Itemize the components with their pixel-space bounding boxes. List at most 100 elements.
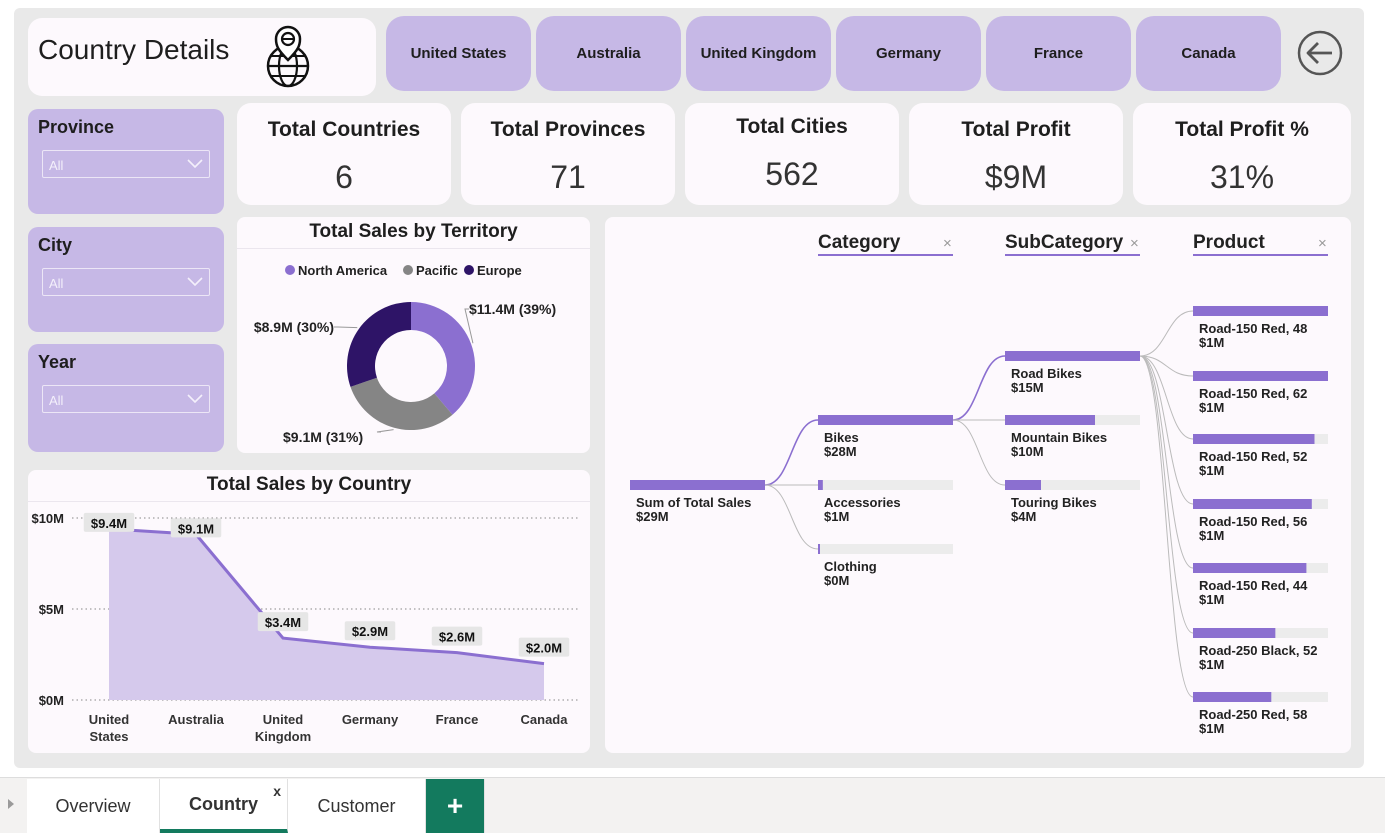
tree-link <box>1139 355 1194 505</box>
tab-country-label: Country <box>189 793 258 814</box>
year-dropdown[interactable]: All <box>42 385 210 413</box>
tree-subcategory-label: Mountain Bikes <box>1011 430 1107 445</box>
tree-category-label: Clothing <box>824 559 877 574</box>
tree-product-value: $1M <box>1199 721 1224 736</box>
city-slicer-title: City <box>38 235 73 255</box>
country-area-card: Total Sales by Country $10M $5M $0M $9.4M $… <box>28 470 590 753</box>
legend-marker <box>285 265 295 275</box>
tree-subcategory-bar[interactable] <box>1005 480 1041 490</box>
leader-line <box>376 429 394 433</box>
kpi-total-profit-percent: Total Profit % 31% <box>1133 103 1351 205</box>
kpi-value: 562 <box>765 156 819 192</box>
close-tab-icon[interactable]: x <box>273 783 281 799</box>
remove-level-icon[interactable]: × <box>1318 235 1327 252</box>
x-tick-label: States <box>89 729 128 744</box>
tree-category-bar[interactable] <box>818 480 823 490</box>
tree-product-label: Road-150 Red, 52 <box>1199 449 1307 464</box>
scroll-left-icon[interactable] <box>7 798 15 810</box>
chevron-down-icon <box>187 394 203 404</box>
tree-link <box>764 484 819 550</box>
tree-subcategory-value: $15M <box>1011 380 1044 395</box>
province-dropdown[interactable]: All <box>42 150 210 178</box>
donut-slice-north-america[interactable] <box>411 302 475 415</box>
tree-subcategory-bar[interactable] <box>1005 415 1095 425</box>
tree-link <box>764 419 819 486</box>
x-tick-label: Canada <box>521 712 569 727</box>
x-tick-label: Australia <box>168 712 224 727</box>
tree-product-bar[interactable] <box>1193 371 1328 381</box>
kpi-total-profit: Total Profit $9M <box>909 103 1123 205</box>
kpi-label: Total Countries <box>267 118 421 141</box>
country-button-united-kingdom[interactable]: United Kingdom <box>686 16 831 91</box>
country-button-france[interactable]: France <box>986 16 1131 91</box>
level-header-subcategory: SubCategory <box>1005 232 1124 253</box>
city-dropdown[interactable]: All <box>42 268 210 296</box>
donut-slice-pacific[interactable] <box>350 377 453 431</box>
province-dropdown-value: All <box>49 158 64 173</box>
tree-root-bar[interactable] <box>630 480 765 490</box>
kpi-label: Total Provinces <box>490 118 646 141</box>
level-header-product: Product <box>1193 232 1265 253</box>
legend-marker <box>464 265 474 275</box>
page-tab-bar: Overview Country x Customer + <box>0 777 1385 833</box>
year-slicer-title: Year <box>38 352 77 372</box>
decomposition-tree: Category × SubCategory × Product × Sum of Tot… <box>630 232 1328 736</box>
header-card: Country Details <box>28 18 376 96</box>
tree-product-bar[interactable] <box>1193 499 1312 509</box>
tree-product-bar[interactable] <box>1193 628 1276 638</box>
tree-product-bar[interactable] <box>1193 434 1315 444</box>
tree-category-track <box>818 480 953 490</box>
tree-category-track <box>818 544 953 554</box>
tree-product-label: Road-150 Red, 56 <box>1199 514 1307 529</box>
tree-product-label: Road-150 Red, 44 <box>1199 578 1308 593</box>
tree-category-label: Accessories <box>824 495 901 510</box>
kpi-total-countries: Total Countries 6 <box>237 103 451 205</box>
tab-overview[interactable]: Overview <box>27 779 160 833</box>
page-title: Country Details <box>38 34 230 65</box>
level-header-category: Category <box>818 232 901 253</box>
remove-level-icon[interactable]: × <box>1130 235 1139 252</box>
add-page-button[interactable]: + <box>426 779 485 833</box>
x-tick-label: United <box>263 712 304 727</box>
tree-product-bar[interactable] <box>1193 563 1307 573</box>
tree-subcategory-bar[interactable] <box>1005 351 1140 361</box>
tree-product-value: $1M <box>1199 657 1224 672</box>
tree-category-value: $1M <box>824 509 849 524</box>
kpi-value: $9M <box>984 159 1048 195</box>
tab-country[interactable]: Country x <box>160 779 288 833</box>
donut-data-label: $11.4M (39%) <box>469 301 556 317</box>
country-button-germany[interactable]: Germany <box>836 16 981 91</box>
tree-product-bar[interactable] <box>1193 692 1272 702</box>
kpi-value: 31% <box>1209 159 1275 195</box>
country-button-united-states[interactable]: United States <box>386 16 531 91</box>
country-button-canada[interactable]: Canada <box>1136 16 1281 91</box>
globe-location-icon <box>266 25 310 88</box>
tree-link <box>952 419 1006 486</box>
tree-category-bar[interactable] <box>818 415 953 425</box>
back-arrow-icon[interactable] <box>1296 29 1344 77</box>
province-slicer-title: Province <box>38 117 115 137</box>
donut-data-label: $8.9M (30%) <box>254 319 334 335</box>
chevron-down-icon <box>187 277 203 287</box>
city-dropdown-value: All <box>49 276 64 291</box>
remove-level-icon[interactable]: × <box>943 235 952 252</box>
tree-product-label: Road-250 Black, 52 <box>1199 643 1318 658</box>
tree-subcategory-value: $4M <box>1011 509 1036 524</box>
province-slicer: Province All <box>28 109 224 214</box>
donut-slice-europe[interactable] <box>347 302 411 387</box>
x-tick-label: United <box>89 712 130 727</box>
tab-customer[interactable]: Customer <box>288 779 426 833</box>
y-tick-label: $0M <box>39 693 64 708</box>
country-button-australia[interactable]: Australia <box>536 16 681 91</box>
legend-label: North America <box>298 263 388 278</box>
city-slicer: City All <box>28 227 224 332</box>
x-tick-label: Germany <box>342 712 399 727</box>
tree-product-bar[interactable] <box>1193 306 1328 316</box>
territory-donut-chart: North America Pacific Europe $11.4M (39%) $… <box>254 263 556 445</box>
kpi-label: Total Cities <box>736 115 848 138</box>
tree-link <box>952 355 1006 421</box>
legend-marker <box>403 265 413 275</box>
kpi-value: 71 <box>550 159 586 195</box>
tree-link <box>1139 355 1194 698</box>
tree-category-bar[interactable] <box>818 544 820 554</box>
